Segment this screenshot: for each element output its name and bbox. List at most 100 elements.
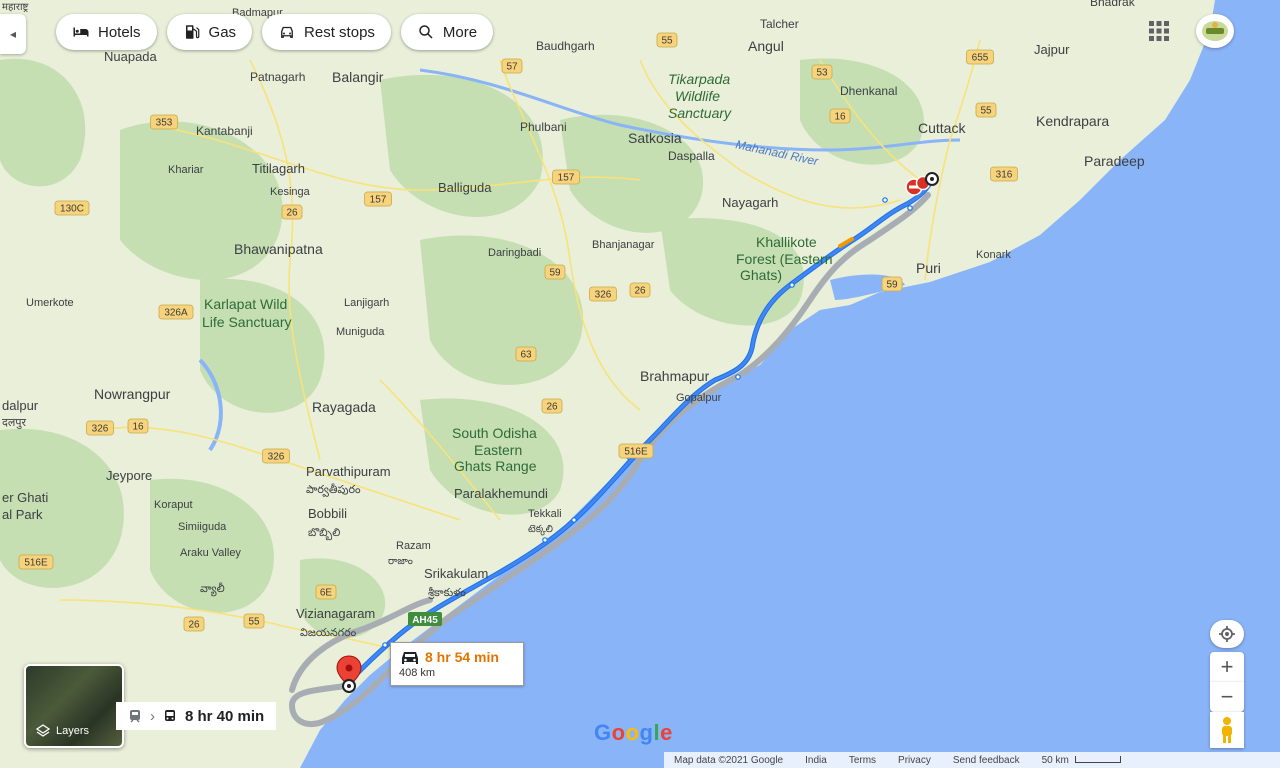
city-label: Kesinga <box>270 186 311 198</box>
highway-shield: 59 <box>544 264 566 280</box>
more-chip[interactable]: More <box>400 14 494 50</box>
gas-chip[interactable]: Gas <box>166 14 253 50</box>
drive-distance: 408 km <box>399 667 436 679</box>
city-label: Daspalla <box>668 149 715 163</box>
svg-text:AH45: AH45 <box>412 615 438 626</box>
highway-shield: 157 <box>552 169 580 185</box>
highway-badge-ah45: AH45 <box>408 612 442 626</box>
city-label: Nuapada <box>104 49 158 64</box>
city-label: Simiiguda <box>178 521 227 533</box>
highway-shield: 26 <box>541 398 563 414</box>
highway-shield: 26 <box>629 282 651 298</box>
city-label: Paralakhemundi <box>454 486 548 501</box>
category-chips: Hotels Gas Rest stops More <box>56 14 494 50</box>
map-data-credit[interactable]: Map data ©2021 Google <box>674 755 783 766</box>
highway-shield: 130C <box>54 200 90 216</box>
highway-shield-label: 516E <box>24 558 48 569</box>
my-location-button[interactable] <box>1210 620 1244 648</box>
highway-shield: 26 <box>281 204 303 220</box>
place-label: Satkosia <box>628 130 682 146</box>
pegman-icon <box>1222 717 1232 743</box>
highway-shield-label: 59 <box>549 268 561 279</box>
sanctuary-label: Sanctuary <box>668 105 732 121</box>
country-link[interactable]: India <box>805 755 827 766</box>
google-logo: Google <box>594 720 673 746</box>
transit-estimate[interactable]: › 8 hr 40 min <box>116 702 277 730</box>
highway-shield-label: 59 <box>886 280 898 291</box>
highway-shield-label: 326 <box>92 424 109 435</box>
city-label: Cuttack <box>918 120 966 136</box>
city-label: Araku Valley <box>180 547 241 559</box>
highway-shield-label: 55 <box>248 617 260 628</box>
highway-shield: 59 <box>881 276 903 292</box>
route-info-card[interactable]: 8 hr 54 min 408 km <box>390 642 524 686</box>
car-icon <box>281 26 293 38</box>
city-label: Parvathipuram <box>306 464 391 479</box>
sanctuary-label: Wildlife <box>675 88 720 104</box>
city-label: dalpur <box>2 398 39 413</box>
profile-logo-icon <box>1202 21 1228 41</box>
account-avatar[interactable] <box>1196 14 1234 48</box>
highway-shield: 55 <box>975 102 997 118</box>
highway-shield: 16 <box>127 418 149 434</box>
city-label: శ్రీకాకుళం <box>428 586 466 600</box>
highway-shield-label: 316 <box>996 170 1013 181</box>
city-label: Jajpur <box>1034 42 1070 57</box>
city-label: Balliguda <box>438 180 492 195</box>
rest-stops-chip[interactable]: Rest stops <box>262 14 391 50</box>
destination-icon[interactable] <box>925 172 939 186</box>
highway-shield-label: 353 <box>156 118 173 129</box>
city-label: Daringbadi <box>488 247 541 259</box>
chevron-left-icon: ◂ <box>9 27 17 41</box>
layers-button[interactable]: Layers <box>24 664 124 748</box>
car-icon <box>402 652 418 664</box>
gas-station-icon <box>185 25 199 39</box>
forest-label: Ghats) <box>740 267 782 283</box>
highway-shield-label: 26 <box>546 402 558 413</box>
city-label: Tekkali <box>528 508 562 520</box>
city-label: టెక్కలి <box>528 524 553 536</box>
city-label: Kendrapara <box>1036 113 1109 129</box>
highway-shield-label: 6E <box>320 588 333 599</box>
city-label: Bobbili <box>308 506 347 521</box>
feedback-link[interactable]: Send feedback <box>953 755 1020 766</box>
highway-shield-label: 55 <box>661 36 673 47</box>
minus-icon: − <box>1220 684 1234 709</box>
city-label: Dhenkanal <box>840 84 897 98</box>
city-label: Jeypore <box>106 468 152 483</box>
city-label: Konark <box>976 249 1011 261</box>
scale-bar[interactable]: 50 km <box>1042 755 1121 766</box>
zoom-in-button[interactable]: + <box>1210 652 1244 682</box>
city-label: Nowrangpur <box>94 386 171 402</box>
city-label: Bhadrak <box>1090 0 1136 9</box>
scale-label: 50 km <box>1041 754 1069 766</box>
city-label: Talcher <box>760 17 799 31</box>
highway-shield: 55 <box>243 613 265 629</box>
zoom-out-button[interactable]: − <box>1210 682 1244 712</box>
highway-shield-label: 26 <box>286 208 298 219</box>
street-view-button[interactable] <box>1210 712 1244 748</box>
crosshair-icon <box>1219 626 1235 642</box>
city-label: Nayagarh <box>722 195 778 210</box>
city-label: Phulbani <box>520 120 567 134</box>
layers-icon <box>36 724 50 737</box>
highway-shield: 516E <box>18 554 54 570</box>
highway-shield-label: 655 <box>972 53 989 64</box>
city-label: రాజాం <box>388 556 413 567</box>
map-canvas[interactable]: AH45 353 130C 26 59 157 57 55 53 655 16 55 316 59 157… <box>0 0 1280 768</box>
highway-shield-label: 57 <box>506 62 518 73</box>
scale-line <box>1074 756 1121 764</box>
state-label: महाराष्ट्र <box>2 2 29 13</box>
more-label: More <box>442 23 478 41</box>
apps-grid-icon[interactable] <box>1148 20 1170 42</box>
hotels-chip[interactable]: Hotels <box>56 14 157 50</box>
city-label: Lanjigarh <box>344 297 389 309</box>
origin-icon[interactable] <box>342 679 356 693</box>
terms-link[interactable]: Terms <box>849 755 876 766</box>
privacy-link[interactable]: Privacy <box>898 755 931 766</box>
transit-duration: 8 hr 40 min <box>185 707 265 725</box>
logo-letter: e <box>660 720 673 745</box>
city-label: Angul <box>748 38 784 54</box>
bus-icon <box>165 710 175 721</box>
collapse-panel-button[interactable]: ◂ <box>0 14 26 54</box>
